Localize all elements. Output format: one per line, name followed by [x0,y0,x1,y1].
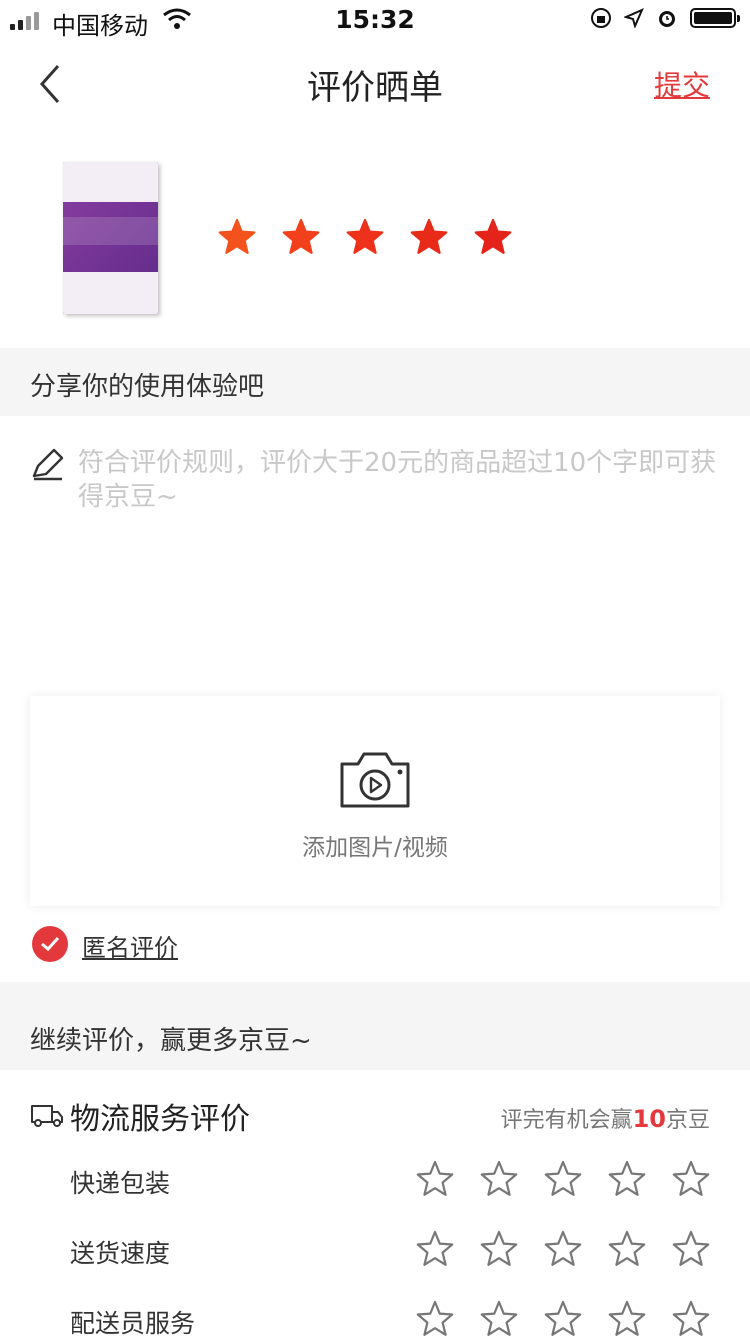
page-title: 评价晒单 [307,68,443,108]
product-rating [218,218,512,256]
add-media-button[interactable]: 添加图片/视频 [30,696,720,906]
star-icon[interactable] [672,1230,710,1268]
rating-row-label: 配送员服务 [70,1309,196,1338]
star-icon[interactable] [480,1160,518,1198]
status-bar: 中国移动 15:32 [0,0,750,40]
star-icon[interactable] [410,218,448,256]
continue-heading: 继续评价，赢更多京豆~ [30,1026,312,1056]
star-icon[interactable] [282,218,320,256]
delivery-speed-rating[interactable] [416,1230,710,1268]
star-icon[interactable] [480,1300,518,1338]
product-image [63,162,158,314]
star-icon[interactable] [672,1160,710,1198]
truck-icon [30,1102,64,1132]
star-icon[interactable] [544,1300,582,1338]
star-icon[interactable] [480,1230,518,1268]
star-icon[interactable] [544,1160,582,1198]
star-icon[interactable] [544,1230,582,1268]
section-divider [0,982,750,1000]
rating-row-label: 快递包装 [70,1169,171,1198]
logistics-title: 物流服务评价 [70,1102,250,1137]
submit-button[interactable]: 提交 [654,64,710,104]
location-icon [624,8,644,28]
alarm-icon [659,11,675,27]
share-heading-bar: 分享你的使用体验吧 [0,348,750,416]
star-icon[interactable] [218,218,256,256]
edit-icon [30,446,66,486]
packaging-rating[interactable] [416,1160,710,1198]
logistics-reward-note: 评完有机会赢10京豆 [500,1105,710,1133]
checkmark-icon [41,936,60,952]
rating-row-label: 送货速度 [70,1239,171,1268]
star-icon[interactable] [346,218,384,256]
add-media-label: 添加图片/视频 [302,835,448,861]
star-icon[interactable] [416,1160,454,1198]
anonymous-label[interactable]: 匿名评价 [82,928,178,963]
continue-heading-bar: 继续评价，赢更多京豆~ [0,1000,750,1070]
star-icon[interactable] [608,1160,646,1198]
star-icon[interactable] [416,1230,454,1268]
star-icon[interactable] [474,218,512,256]
anonymous-checkbox[interactable] [32,926,68,962]
share-heading: 分享你的使用体验吧 [30,372,265,402]
battery-icon [690,8,740,28]
orientation-lock-icon [591,8,611,28]
star-icon[interactable] [416,1300,454,1338]
star-icon[interactable] [672,1300,710,1338]
star-icon[interactable] [608,1230,646,1268]
camera-icon [338,748,412,814]
courier-service-rating[interactable] [416,1300,710,1338]
review-textarea[interactable]: 符合评价规则，评价大于20元的商品超过10个字即可获得京豆~ [78,446,718,514]
star-icon[interactable] [608,1300,646,1338]
